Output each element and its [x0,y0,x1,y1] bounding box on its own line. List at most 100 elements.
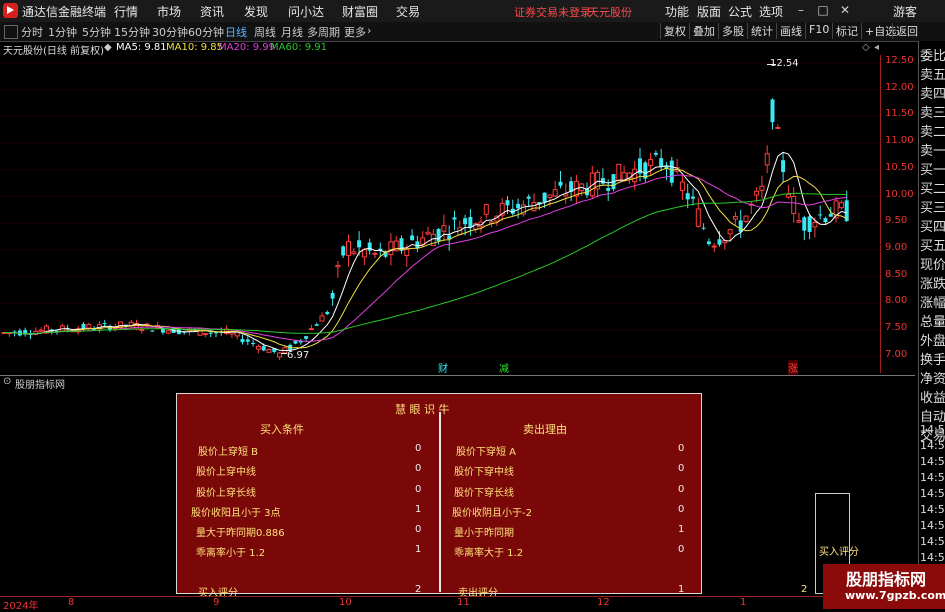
user-guest[interactable]: 游客 [893,3,917,20]
menu-xuanxiang[interactable]: 选项 [759,3,783,20]
menu-gongneng[interactable]: 功能 [665,3,689,20]
tab-fenshi[interactable]: 分时 [21,24,43,40]
btn-fanhui[interactable]: 返回 [892,23,918,39]
buy-row-label: 股价上穿中线 [196,467,256,478]
btn-duogu[interactable]: 多股 [718,23,744,39]
indicator-name[interactable]: 股朋指标网 [15,376,65,391]
candle-body [351,251,357,255]
buy-row-label: 量大于昨同期0.886 [196,528,285,539]
candle-body [293,340,298,344]
grid-icon[interactable] [4,25,18,39]
tab-multi[interactable]: 多周期 [307,24,340,40]
sell-row-value: 1 [678,524,685,535]
menu-hangqing[interactable]: 行情 [114,3,138,20]
tab-weekly[interactable]: 周线 [254,24,276,40]
btn-biaoji[interactable]: 标记 [832,23,858,39]
ma5-line [4,151,847,351]
tab-5min[interactable]: 5分钟 [82,24,111,40]
candle-body [161,328,165,333]
candle-body [308,328,314,331]
candle-body [775,126,781,129]
candle-body [648,159,654,166]
minimize-icon[interactable]: – [790,2,812,19]
buy-score-bar-label: 买入评分 [819,547,859,558]
sell-row-value: 0 [678,463,685,474]
expand-icon[interactable]: ◆ [104,42,112,53]
menu-faxian[interactable]: 发现 [244,3,268,20]
candle-body [770,99,775,123]
date-label: 8 [68,597,75,608]
candle-body [436,228,441,242]
buy-row-label: 股价上穿长线 [196,488,256,499]
date-label: 12 [597,597,610,608]
side-field-label: 卖一 [920,144,945,159]
btn-zixuan[interactable]: +自选 [861,23,896,39]
candle-body [330,292,335,299]
candle-body [86,324,92,329]
menu-jiaoyi[interactable]: 交易 [396,3,420,20]
tab-1min[interactable]: 1分钟 [48,24,77,40]
candle-body [616,163,622,182]
candle-body [701,227,706,229]
login-status[interactable]: 证券交易未登录 [514,4,591,20]
menu-zixun[interactable]: 资讯 [200,3,224,20]
btn-f10[interactable]: F10 [805,23,829,39]
candle-body [319,315,325,322]
tick-time-label: 14:5 [920,503,945,516]
candle-body [255,345,261,350]
sell-row-value: 0 [678,504,685,515]
candle-body [796,220,802,223]
tab-60min[interactable]: 60分钟 [188,24,224,40]
candle-body [706,241,711,244]
btn-huaxian[interactable]: 画线 [776,23,802,39]
candle-body [738,220,743,232]
buy-row-label: 乖离率小于 1.2 [196,548,266,559]
side-field-label: 卖二 [920,125,945,140]
candle-body [468,216,473,228]
menu-gongshi[interactable]: 公式 [728,3,752,20]
marker-zhang[interactable]: 涨 [788,360,798,375]
collapse-panel-icon[interactable]: ◂ [874,42,879,53]
marker-cai[interactable]: 财 [438,360,448,375]
tab-more[interactable]: 更多 [344,24,366,40]
close-icon[interactable]: ✕ [834,2,856,19]
tick-time-label: 14:5 [920,535,945,548]
side-field-label: 换手 [920,353,945,368]
candle-body [818,214,823,216]
btn-diejia[interactable]: 叠加 [689,23,715,39]
indicator-settings-icon[interactable]: ⊙ [3,376,11,387]
candle-body [102,323,107,325]
menu-wenxiaoda[interactable]: 问小达 [288,3,324,20]
chevron-right-icon[interactable]: › [367,24,371,37]
tab-15min[interactable]: 15分钟 [114,24,150,40]
date-label: 2024年 [3,601,39,612]
marker-jian[interactable]: 减 [499,360,509,375]
candle-body [361,249,367,258]
tab-monthly[interactable]: 月线 [281,24,303,40]
candle-body [802,217,807,231]
candle-body [542,192,547,203]
menu-shichang[interactable]: 市场 [157,3,181,20]
candle-body [202,333,208,336]
ma10-value: MA10: 9.85 [166,42,224,53]
tab-30min[interactable]: 30分钟 [152,24,188,40]
tick-time-label: 14:5 [920,455,945,468]
menu-caifuquan[interactable]: 财富圈 [342,3,378,20]
btn-tongji[interactable]: 统计 [747,23,773,39]
settings-diamond-icon[interactable]: ◇ [862,42,870,53]
buy-row-value: 0 [415,443,422,454]
candle-body [325,311,330,315]
price-tick-label: 7.00 [885,348,908,360]
candle-body [685,193,690,200]
tab-daily[interactable]: 日线 [225,24,247,40]
candle-body [691,196,695,199]
menu-banmian[interactable]: 版面 [697,3,721,20]
candle-body [695,208,701,227]
btn-fuquan[interactable]: 复权 [660,23,686,39]
candle-body [335,264,341,268]
candle-body [552,189,558,197]
maximize-icon[interactable]: □ [812,2,834,19]
kline-chart[interactable] [0,55,915,373]
candle-body [679,181,685,191]
date-label: 9 [213,597,220,608]
